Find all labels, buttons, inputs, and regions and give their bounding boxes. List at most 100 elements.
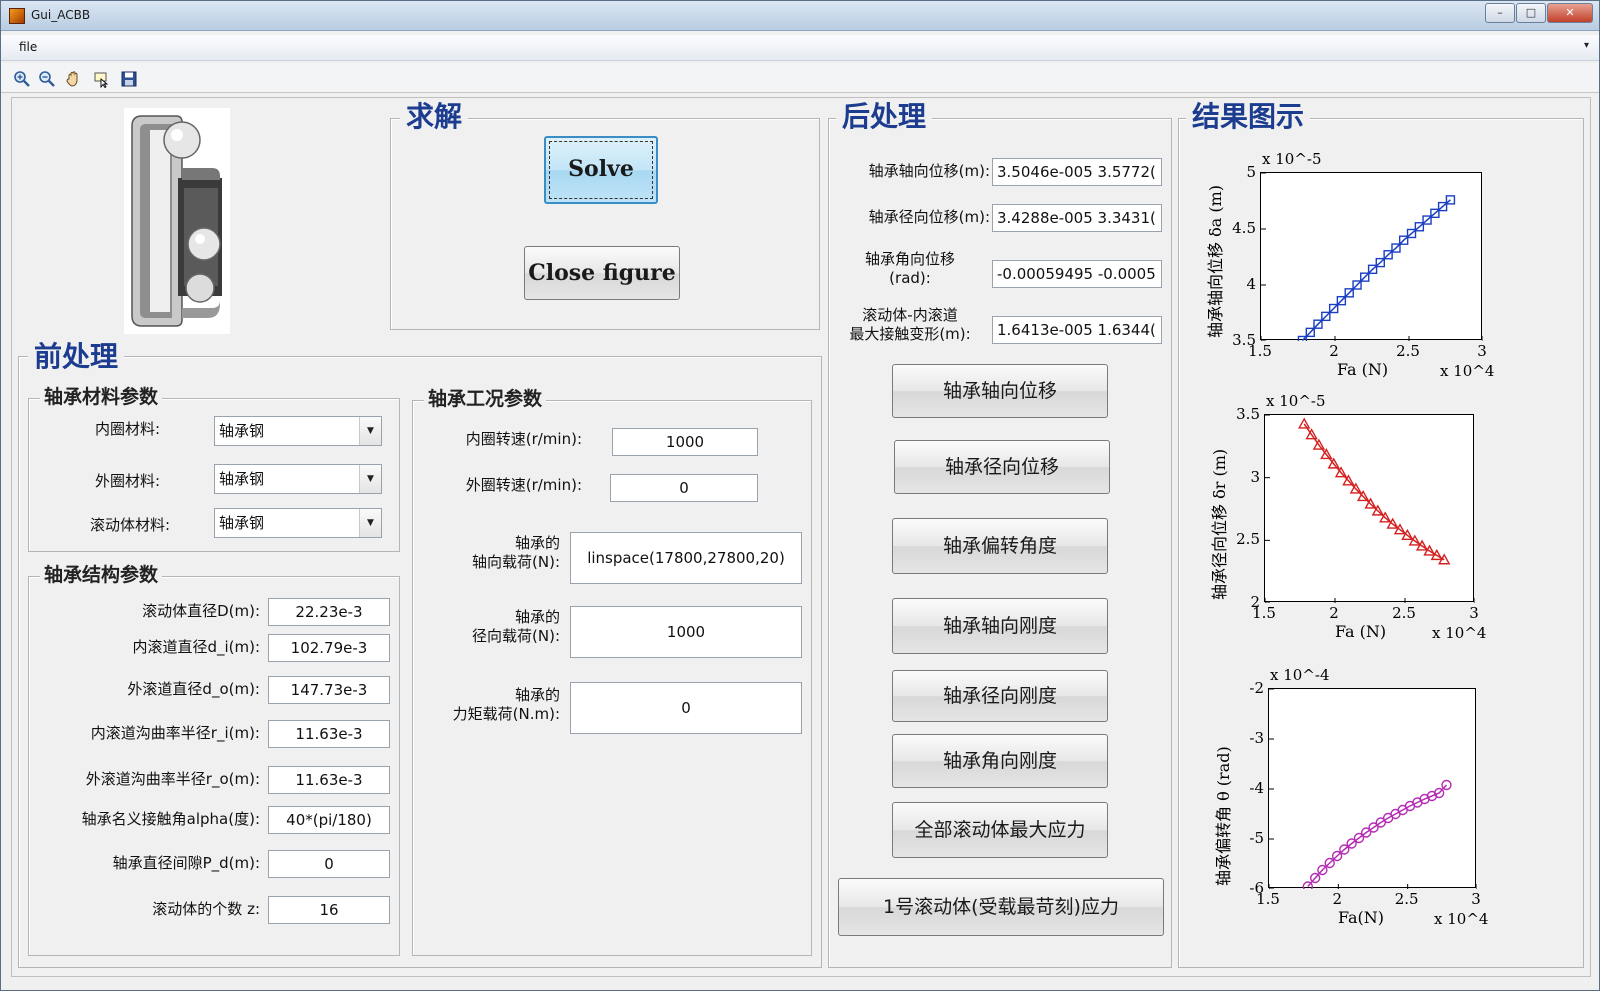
chart-plot-area (1265, 415, 1475, 603)
outer-speed-input[interactable]: 0 (610, 474, 758, 502)
chevron-down-icon[interactable]: ▼ (359, 465, 381, 493)
y-tick-label: -2 (1249, 679, 1264, 697)
maximize-button[interactable]: □ (1516, 3, 1546, 23)
structure-field-input[interactable]: 102.79e-3 (268, 634, 390, 662)
y-tick-label: 2.5 (1236, 530, 1260, 549)
y-axis-multiplier: x 10^-4 (1270, 666, 1330, 684)
main-window: Gui_ACBB – □ ✕ file ▾ 求解 Solve Close fig… (0, 0, 1600, 991)
y-tick-label: -3 (1249, 729, 1264, 747)
outer-material-label: 外圈材料: (94, 472, 160, 490)
chart-axes (1264, 414, 1475, 603)
inner-speed-input[interactable]: 1000 (612, 428, 758, 456)
post-field-label: 轴承轴向位移(m): (868, 162, 990, 180)
pan-icon[interactable] (65, 70, 83, 88)
post-field-label: 滚动体-内滚道 最大接触变形(m): (849, 306, 971, 343)
structure-field-label: 滚动体直径D(m): (142, 602, 260, 620)
structure-field-input[interactable]: 11.63e-3 (268, 720, 390, 748)
y-tick-label: 3.5 (1236, 405, 1260, 423)
post-action-button[interactable]: 轴承轴向位移 (892, 364, 1108, 418)
inner-material-value: 轴承钢 (219, 422, 265, 440)
chart-plot-area (1269, 689, 1477, 889)
structure-field-input[interactable]: 40*(pi/180) (268, 806, 390, 834)
solve-focus-ring (549, 141, 653, 199)
y-tick-label: -5 (1249, 829, 1264, 847)
axial-load-input[interactable]: linspace(17800,27800,20) (570, 532, 802, 584)
radial-load-input[interactable]: 1000 (570, 606, 802, 658)
x-tick-label: 2 (1332, 890, 1343, 908)
x-tick-label: 2 (1329, 342, 1339, 360)
x-tick-label: 2.5 (1394, 890, 1419, 908)
post-field-label: 轴承径向位移(m): (868, 208, 990, 226)
post-field-output[interactable]: 3.5046e-005 3.5772( (992, 158, 1162, 186)
post-action-button[interactable]: 轴承角向刚度 (892, 734, 1108, 788)
structure-field-label: 滚动体的个数 z: (152, 900, 260, 918)
operating-panel-title: 轴承工况参数 (424, 388, 547, 410)
structure-field-input[interactable]: 11.63e-3 (268, 766, 390, 794)
zoom-out-icon[interactable] (38, 70, 56, 88)
chevron-down-icon[interactable]: ▼ (359, 417, 381, 445)
post-field-output[interactable]: 3.4288e-005 3.3431( (992, 204, 1162, 232)
x-tick-label: 2.5 (1396, 342, 1420, 360)
structure-field-input[interactable]: 16 (268, 896, 390, 924)
x-axis-label: Fa (N) (1337, 360, 1389, 379)
moment-load-label: 轴承的 力矩载荷(N.m): (452, 686, 560, 723)
post-action-button[interactable]: 轴承径向位移 (894, 440, 1110, 494)
series-line (1303, 423, 1445, 561)
figure-toolbar (1, 63, 1599, 93)
structure-field-label: 轴承名义接触角alpha(度): (81, 810, 260, 828)
x-axis-label: Fa(N) (1338, 908, 1385, 927)
post-field-output[interactable]: 1.6413e-005 1.6344( (992, 316, 1162, 344)
radial-load-label: 轴承的 径向载荷(N): (472, 608, 560, 645)
post-action-button[interactable]: 轴承径向刚度 (892, 670, 1108, 722)
post-field-output[interactable]: -0.00059495 -0.0005 (992, 260, 1162, 288)
chart-plot-area (1261, 173, 1483, 341)
structure-field-label: 轴承直径间隙P_d(m): (112, 854, 260, 872)
post-action-button[interactable]: 全部滚动体最大应力 (892, 802, 1108, 858)
menu-file[interactable]: file (19, 40, 37, 54)
chevron-down-icon[interactable]: ▼ (359, 509, 381, 537)
menu-overflow-arrow[interactable]: ▾ (1584, 40, 1589, 51)
matlab-app-icon (9, 8, 25, 24)
inner-material-select[interactable]: 轴承钢 ▼ (214, 416, 382, 446)
title-bar: Gui_ACBB – □ ✕ (1, 1, 1599, 31)
save-icon[interactable] (120, 70, 138, 88)
zoom-in-icon[interactable] (13, 70, 31, 88)
post-action-button[interactable]: 轴承偏转角度 (892, 518, 1108, 574)
y-tick-label: -6 (1249, 879, 1264, 897)
close-window-button[interactable]: ✕ (1547, 3, 1593, 23)
x-tick-label: 3 (1471, 890, 1481, 908)
y-axis-multiplier: x 10^-5 (1266, 392, 1326, 410)
x-tick-label: 3 (1477, 342, 1487, 360)
roller-material-select[interactable]: 轴承钢 ▼ (214, 508, 382, 538)
minimize-button[interactable]: – (1485, 3, 1515, 23)
structure-field-input[interactable]: 22.23e-3 (268, 598, 390, 626)
window-controls: – □ ✕ (1484, 3, 1593, 23)
structure-field-label: 外滚道直径d_o(m): (127, 680, 260, 698)
chart-axes (1268, 688, 1477, 889)
material-panel-title: 轴承材料参数 (40, 386, 163, 408)
solve-panel-title: 求解 (400, 102, 469, 132)
x-axis-label: Fa (N) (1335, 622, 1387, 641)
structure-field-label: 内滚道直径d_i(m): (132, 638, 260, 656)
post-action-button[interactable]: 轴承轴向刚度 (892, 598, 1108, 654)
data-point-marker (1298, 417, 1311, 429)
structure-field-input[interactable]: 0 (268, 850, 390, 878)
y-axis-label: 轴承偏转角 θ (rad) (1214, 746, 1233, 886)
post-action-button[interactable]: 1号滚动体(受载最苛刻)应力 (838, 878, 1164, 936)
x-axis-multiplier: x 10^4 (1434, 910, 1489, 928)
data-cursor-icon[interactable] (93, 70, 111, 89)
post-processing-title: 后处理 (836, 102, 933, 132)
y-tick-label: 2 (1250, 593, 1260, 611)
structure-field-input[interactable]: 147.73e-3 (268, 676, 390, 704)
x-axis-multiplier: x 10^4 (1440, 362, 1495, 380)
structure-panel-title: 轴承结构参数 (40, 564, 163, 586)
inner-speed-label: 内圈转速(r/min): (465, 430, 582, 448)
figure-content: 求解 Solve Close figure 前处理 轴承材料参数 内圈材料: 轴… (11, 97, 1591, 977)
moment-load-input[interactable]: 0 (570, 682, 802, 734)
chart-axes (1260, 172, 1483, 341)
y-tick-label: 3.5 (1232, 331, 1256, 349)
solve-button[interactable]: Solve (544, 136, 658, 204)
y-tick-label: 4 (1246, 275, 1256, 293)
close-figure-button[interactable]: Close figure (524, 246, 680, 300)
outer-material-select[interactable]: 轴承钢 ▼ (214, 464, 382, 494)
